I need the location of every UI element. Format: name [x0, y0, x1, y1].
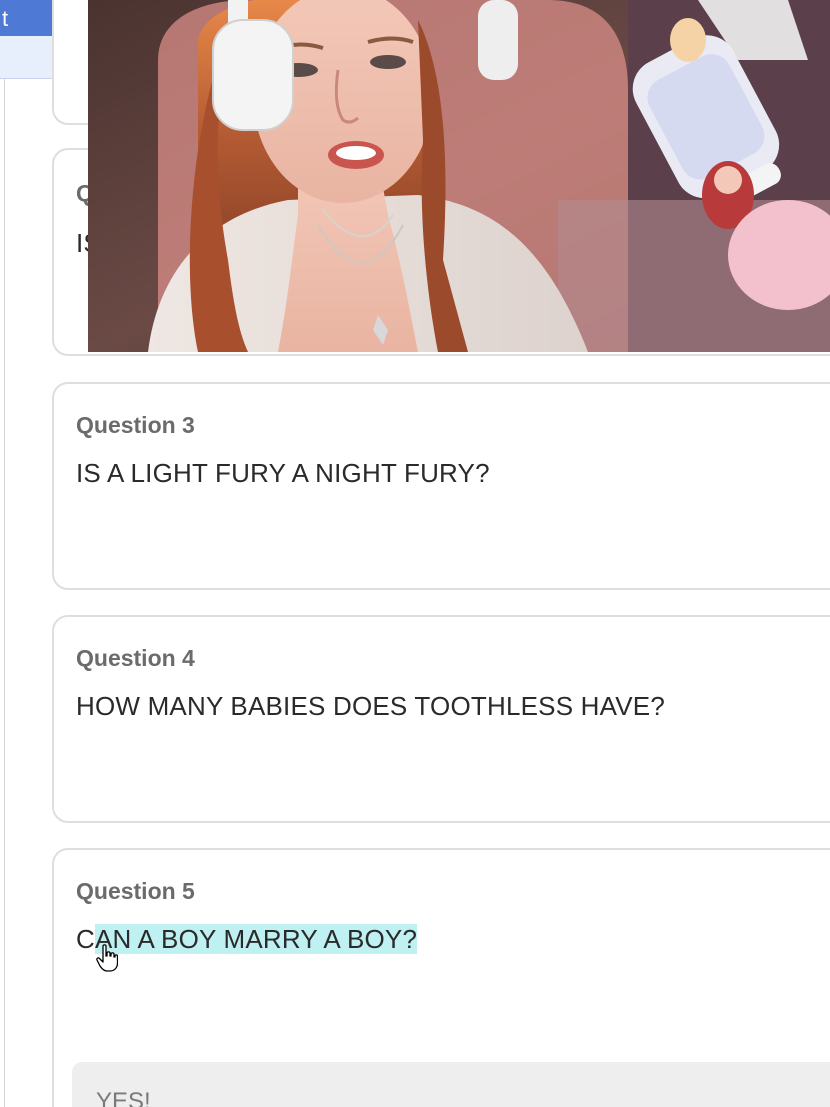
question-label: Question 5: [76, 878, 195, 904]
question-text: HOW MANY BABIES DOES TOOTHLESS HAVE?: [76, 691, 665, 721]
answer-box[interactable]: YES!: [72, 1062, 830, 1107]
question-card-3: Question 3 IS A LIGHT FURY A NIGHT FURY?: [52, 382, 830, 590]
webcam-overlay: [88, 0, 830, 352]
toolbar-glyph: t: [2, 6, 9, 31]
question-card-5: Question 5 CAN A BOY MARRY A BOY? YES!: [52, 848, 830, 1107]
question-label: Question 3: [76, 412, 195, 438]
webcam-image: [88, 0, 830, 352]
selected-text[interactable]: AN A BOY MARRY A BOY?: [94, 924, 418, 954]
answer-text: YES!: [96, 1088, 151, 1107]
quiz-page: t Q IS Question 3 IS A LIGHT FURY A NIGH…: [0, 0, 830, 1107]
question-card-4: Question 4 HOW MANY BABIES DOES TOOTHLES…: [52, 615, 830, 823]
question-text: IS A LIGHT FURY A NIGHT FURY?: [76, 458, 490, 488]
question-text-lead: C: [76, 924, 95, 954]
question-label: Question 4: [76, 645, 195, 671]
page-left-border: [4, 0, 5, 1107]
question-text[interactable]: CAN A BOY MARRY A BOY?: [76, 924, 418, 955]
hand-pointer-icon: [96, 944, 118, 972]
